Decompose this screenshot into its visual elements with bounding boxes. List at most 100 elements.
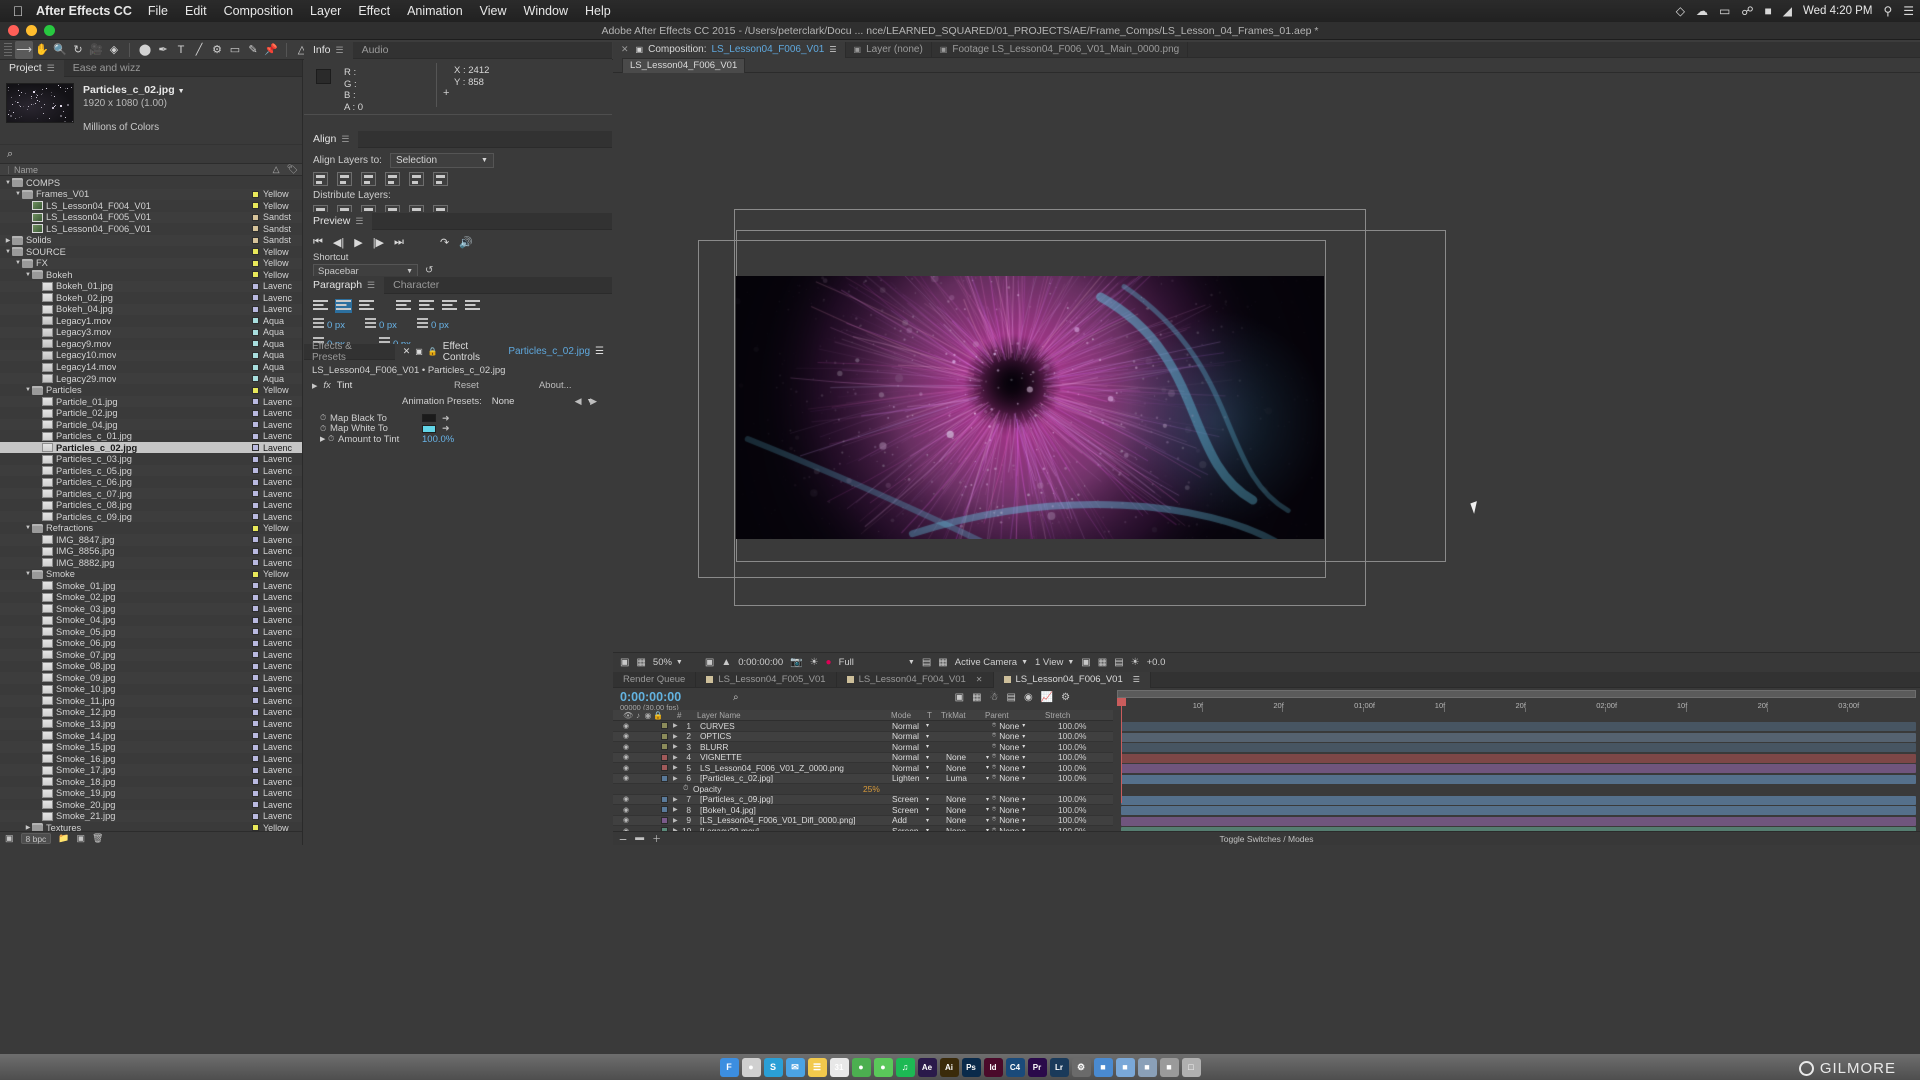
project-item-smoke-13-jpg[interactable]: Smoke_13.jpg Lavenc — [0, 718, 302, 730]
distribute-bottom-icon[interactable] — [361, 205, 376, 212]
project-item-ls-lesson04-f005-v01[interactable]: LS_Lesson04_F005_V01 Sandst — [0, 212, 302, 224]
layer-name[interactable]: BLURR — [696, 742, 892, 752]
lock-toggle-icon[interactable]: ▣ — [415, 347, 423, 356]
tab-render-queue[interactable]: Render Queue — [613, 672, 696, 688]
parent-dropdown[interactable]: ⌾None▾ — [992, 805, 1054, 815]
project-item-legacy1-mov[interactable]: Legacy1.mov Aqua — [0, 315, 302, 327]
tab-composition[interactable]: ✕ ▣ Composition: LS_Lesson04_F006_V01 ☰ — [613, 42, 846, 58]
panel-menu-icon[interactable]: ☰ — [47, 63, 55, 74]
project-item-smoke-03-jpg[interactable]: Smoke_03.jpg Lavenc — [0, 603, 302, 615]
project-item-label-color[interactable]: Yellow — [252, 201, 298, 211]
layer-color-swatch[interactable] — [661, 764, 668, 771]
utility-icon[interactable]: ⚙ — [1072, 1058, 1091, 1077]
toolbar-grip[interactable] — [4, 43, 12, 57]
eyedropper-icon[interactable]: ➜ — [442, 413, 450, 424]
folder-icon[interactable]: ■ — [1116, 1058, 1135, 1077]
eye-icon[interactable]: ◉ — [621, 795, 631, 803]
sub-tab-active-comp[interactable]: LS_Lesson04_F006_V01 — [622, 58, 745, 73]
timeline-ruler[interactable]: 10f 20f 01:00f 10f 20f 02:00f 10f 20f 03:00f — [1113, 688, 1920, 712]
toggle-switches-modes-button[interactable]: Toggle Switches / Modes — [1219, 834, 1313, 844]
tab-effects-and-presets[interactable]: Effects & Presets — [304, 344, 395, 360]
timeline-layer-row[interactable]: ◉ ▶ 2 OPTICS Normal ▾ ⌾ None ▾ 100.0% — [613, 732, 1113, 743]
shape-tool[interactable]: ⬤ — [136, 41, 154, 59]
label-tag-icon[interactable]: 🏷 — [287, 164, 298, 175]
indent-first-value[interactable]: 0 px — [431, 320, 449, 331]
layer-stretch[interactable]: 100.0% — [1054, 752, 1100, 762]
tab-audio[interactable]: Audio — [353, 42, 398, 59]
distribute-buttons-row[interactable] — [304, 201, 612, 212]
indent-left-value[interactable]: 0 px — [327, 320, 345, 331]
project-item-img-8856-jpg[interactable]: IMG_8856.jpg Lavenc — [0, 546, 302, 558]
align-center-icon[interactable] — [336, 300, 351, 312]
downloads-icon[interactable]: ■ — [1160, 1058, 1179, 1077]
rotation-tool[interactable]: ↻ — [69, 41, 87, 59]
pickwhip-icon[interactable]: ⌾ — [992, 764, 996, 772]
layer-color-swatch[interactable] — [661, 817, 668, 824]
pickwhip-icon[interactable]: ⌾ — [992, 743, 996, 751]
project-item-particles-c-07-jpg[interactable]: Particles_c_07.jpg Lavenc — [0, 488, 302, 500]
zoom-dropdown[interactable]: 50% ▼ — [653, 657, 683, 668]
justify-last-right-icon[interactable] — [442, 300, 457, 312]
project-item-ls-lesson04-f004-v01[interactable]: LS_Lesson04_F004_V01 Yellow — [0, 200, 302, 212]
track-matte-dropdown[interactable]: None▾ — [946, 805, 992, 815]
panel-menu-icon[interactable]: ☰ — [1133, 675, 1140, 684]
menu-file[interactable]: File — [148, 4, 168, 18]
project-item-label-color[interactable]: Lavenc — [252, 742, 298, 752]
composition-viewer-stage[interactable] — [613, 73, 1920, 652]
project-item-label-color[interactable]: Lavenc — [252, 696, 298, 706]
new-comp-icon[interactable]: ▣ — [77, 833, 86, 844]
layer-name[interactable]: LS_Lesson04_F006_V01_Z_0000.png — [696, 763, 892, 773]
layer-mode-dropdown[interactable]: Normal ▾ — [892, 763, 932, 773]
project-item-label-color[interactable]: Aqua — [252, 327, 298, 337]
project-item-label-color[interactable]: Aqua — [252, 339, 298, 349]
project-item-label-color[interactable]: Yellow — [252, 270, 298, 280]
expand-triangle-icon[interactable]: ▶ — [312, 382, 317, 390]
toggle-transparency-icon[interactable]: ▦ — [636, 657, 645, 668]
after-effects-icon[interactable]: Ae — [918, 1058, 937, 1077]
layer-stretch[interactable]: 100.0% — [1054, 794, 1100, 804]
menu-composition[interactable]: Composition — [224, 4, 293, 18]
new-folder-icon[interactable]: 📁 — [58, 833, 69, 844]
fast-previews-icon[interactable]: ▦ — [1098, 657, 1107, 668]
project-item-smoke-19-jpg[interactable]: Smoke_19.jpg Lavenc — [0, 787, 302, 799]
project-item-label-color[interactable]: Lavenc — [252, 788, 298, 798]
project-item-label-color[interactable]: Lavenc — [252, 489, 298, 499]
project-item-label-color[interactable]: Lavenc — [252, 661, 298, 671]
eraser-tool[interactable]: ▭ — [226, 41, 244, 59]
timeline-layer-row[interactable]: ◉ ▶ 3 BLURR Normal ▾ ⌾ None ▾ 100.0% — [613, 742, 1113, 753]
about-link[interactable]: About... — [539, 380, 572, 391]
lock-toggle-icon[interactable]: ▣ — [636, 45, 644, 54]
tab-character[interactable]: Character — [384, 277, 448, 294]
align-right-icon[interactable] — [361, 172, 376, 186]
stopwatch-icon[interactable]: ⏱ — [320, 413, 330, 423]
apple-icon[interactable]:  — [0, 3, 36, 19]
project-item-label-color[interactable]: Lavenc — [252, 638, 298, 648]
stopwatch-icon[interactable]: ⏱ — [683, 785, 693, 793]
eye-icon[interactable]: ◉ — [621, 732, 631, 740]
views-dropdown[interactable]: 1 View ▼ — [1035, 657, 1074, 668]
project-item-ls-lesson04-f006-v01[interactable]: LS_Lesson04_F006_V01 Sandst — [0, 223, 302, 235]
project-item-frames-v01[interactable]: ▼ Frames_V01 Yellow — [0, 189, 302, 201]
project-item-bokeh-04-jpg[interactable]: Bokeh_04.jpg Lavenc — [0, 304, 302, 316]
chevron-down-icon[interactable]: ▼ — [14, 260, 22, 266]
distribute-left-icon[interactable] — [385, 205, 400, 212]
monitor-icon[interactable]: ▭ — [1719, 4, 1730, 18]
col-trkmat[interactable]: TrkMat — [941, 711, 985, 720]
maximize-button[interactable] — [44, 25, 55, 36]
project-item-label-color[interactable]: Yellow — [252, 569, 298, 579]
safari-icon[interactable]: S — [764, 1058, 783, 1077]
last-frame-icon[interactable]: ⏭ — [394, 236, 404, 249]
brush-tool[interactable]: ╱ — [190, 41, 208, 59]
chevron-down-icon[interactable]: ▼ — [4, 249, 12, 255]
exposure-icon[interactable]: ☀ — [1131, 657, 1140, 668]
project-item-label-color[interactable]: Lavenc — [252, 443, 298, 453]
layer-duration-bar[interactable] — [1121, 764, 1916, 773]
panel-menu-icon[interactable]: ☰ — [341, 134, 349, 145]
layer-color-swatch[interactable] — [661, 743, 668, 750]
project-item-legacy10-mov[interactable]: Legacy10.mov Aqua — [0, 350, 302, 362]
chevron-down-icon[interactable]: ▼ — [24, 571, 32, 577]
mute-icon[interactable]: 🔊 — [459, 236, 473, 249]
layer-stretch[interactable]: 100.0% — [1054, 721, 1100, 731]
col-mode[interactable]: Mode — [891, 711, 927, 720]
mask-guides-icon[interactable]: ▲ — [721, 657, 731, 668]
